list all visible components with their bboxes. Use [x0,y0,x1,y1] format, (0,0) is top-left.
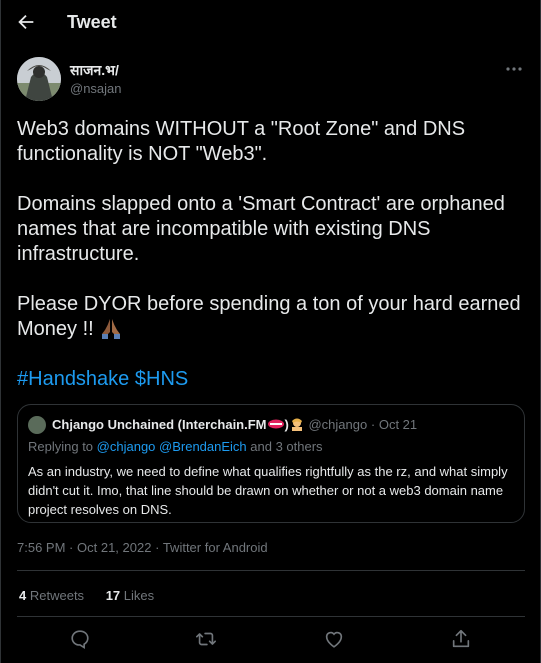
author-handle[interactable]: @nsajan [70,81,122,96]
tweet-detail-page: Tweet साजन.भ/ @nsajan Web3 domains WITHO… [0,0,541,663]
reply-icon [71,630,89,650]
timestamp-separator: · [155,540,160,555]
quoted-tweet[interactable]: Chjango Unchained (Interchain.FM) @chjan… [17,404,525,523]
retweets-label: Retweets [29,588,85,603]
like-button[interactable] [323,628,345,650]
author-display-name[interactable]: साजन.भ/ [70,61,119,80]
divider [17,570,525,571]
quoted-separator: · [370,417,376,432]
heart-icon [325,631,343,648]
reply-button[interactable] [69,628,91,650]
quoted-text: As an industry, we need to define what q… [28,464,508,517]
folded-hands-emoji-icon [99,317,123,339]
replying-mentions[interactable]: @chjango @BrendanEich [97,439,247,454]
tweet-paragraph-with-emoji: Please DYOR before spending a ton of you… [17,292,527,342]
avatar[interactable] [17,57,61,101]
quoted-name-emoji-icon [267,417,285,432]
retweets-stat[interactable]: 4 Retweets [19,588,84,603]
tweet-text: Web3 domains WITHOUT a "Root Zone" and D… [17,117,527,392]
likes-label: Likes [123,588,155,603]
cashtag-link[interactable]: $HNS [135,368,188,390]
quoted-date: Oct 21 [378,417,418,432]
header: Tweet [1,0,541,46]
hashtag-link[interactable]: #Handshake [17,368,129,390]
more-button[interactable] [504,62,524,76]
more-horizontal-icon [506,67,522,71]
tweet-paragraph: Please DYOR before spending a ton of you… [17,293,521,340]
quoted-header: Chjango Unchained (Interchain.FM) @chjan… [52,417,417,432]
replying-prefix: Replying to [28,439,94,454]
retweet-icon [196,632,216,646]
tweet-date[interactable]: Oct 21, 2022 [77,540,151,555]
likes-count: 17 [105,588,121,603]
tweet-stats: 4 Retweets 17 Likes [19,588,172,603]
tweet-paragraph: Domains slapped onto a 'Smart Contract' … [17,193,505,265]
page-title: Tweet [67,12,117,32]
arrow-left-icon [18,14,34,30]
action-bar [1,628,541,652]
tweet-time[interactable]: 7:56 PM [17,540,65,555]
quoted-handle: @chjango [308,417,368,432]
tweet-paragraph: Web3 domains WITHOUT a "Root Zone" and D… [17,118,466,165]
share-button[interactable] [450,628,472,650]
quoted-person-emoji-icon [289,417,305,432]
retweets-count: 4 [19,588,27,603]
replying-suffix: and 3 others [250,439,323,454]
likes-stat[interactable]: 17 Likes [106,588,154,603]
hashtag-line: #Handshake $HNS [17,367,527,392]
tweet-source[interactable]: Twitter for Android [163,540,268,555]
quoted-avatar [28,416,46,434]
divider [17,616,525,617]
retweet-button[interactable] [195,628,217,650]
share-icon [452,629,470,648]
back-button[interactable] [15,11,37,33]
timestamp-separator: · [69,540,74,555]
avatar-image [17,57,61,101]
tweet-timestamp: 7:56 PM · Oct 21, 2022 · Twitter for And… [17,540,268,555]
quoted-replying-to: Replying to @chjango @BrendanEich and 3 … [28,439,323,454]
quoted-display-name: Chjango Unchained (Interchain.FM [52,417,267,432]
